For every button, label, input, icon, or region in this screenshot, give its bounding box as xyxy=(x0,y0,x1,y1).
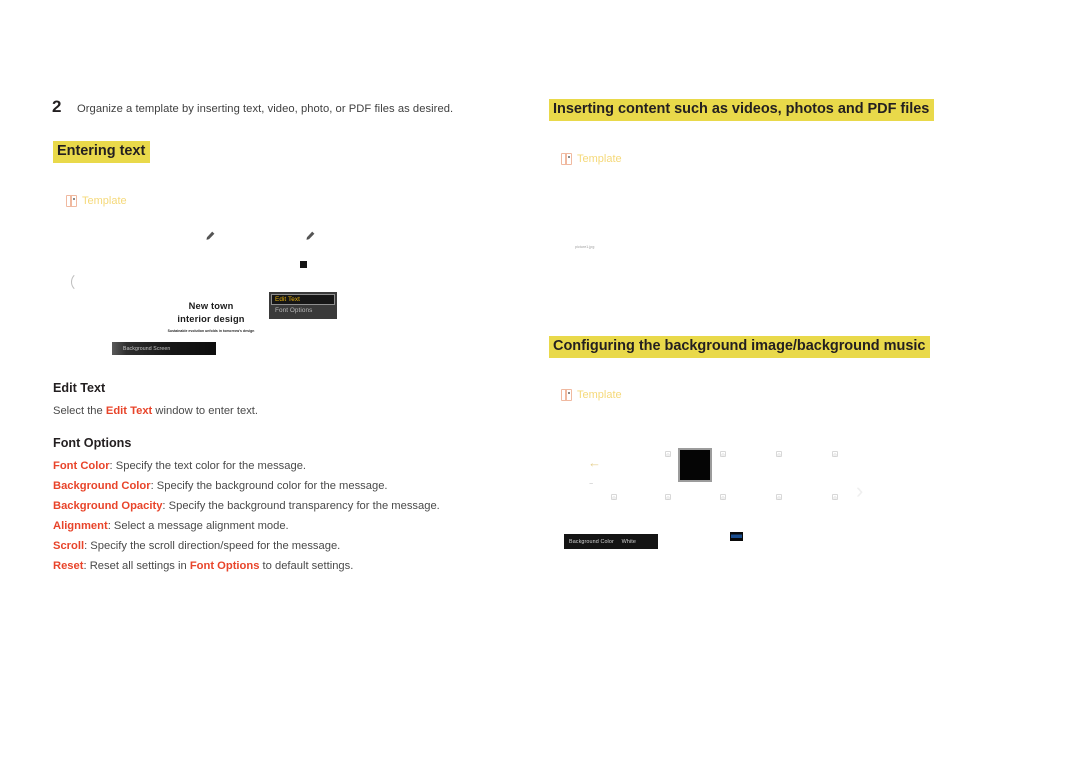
paragraph-background-color: Background Color: Specify the background… xyxy=(53,480,388,492)
paragraph-edit-text: Select the Edit Text window to enter tex… xyxy=(53,405,259,417)
context-menu[interactable]: Edit Text Font Options xyxy=(269,292,337,319)
text-fragment: : Reset all settings in xyxy=(83,560,190,572)
heading-inserting-content: Inserting content such as videos, photos… xyxy=(549,99,935,122)
template-caption-label: Template xyxy=(577,388,622,401)
text-fragment: window to enter text. xyxy=(152,405,259,417)
setting-value: White xyxy=(621,538,636,545)
paragraph-font-color: Font Color: Specify the text color for t… xyxy=(53,460,307,472)
top-right-template-mockup: picture1.jpg xyxy=(560,196,890,306)
mockup-title-line2: interior design xyxy=(177,314,245,325)
control-dot[interactable]: ◎ xyxy=(720,494,726,500)
section-heading-font-options: Font Options xyxy=(53,436,132,450)
heading-configuring-background: Configuring the background image/backgro… xyxy=(549,336,931,359)
mockup-subtitle: Sustainable evolution unfolds in tomorro… xyxy=(167,329,255,333)
text-fragment: Select the xyxy=(53,405,106,417)
paragraph-scroll: Scroll: Specify the scroll direction/spe… xyxy=(53,540,341,552)
text-fragment: Edit Text xyxy=(105,405,153,417)
text-fragment: : Specify the text color for the message… xyxy=(109,460,307,472)
template-caption-label: Template xyxy=(577,152,622,165)
heading-entering-text: Entering text xyxy=(53,141,151,164)
template-icon xyxy=(66,194,77,208)
control-dot[interactable]: ◎ xyxy=(776,494,782,500)
text-fragment: Background Color xyxy=(53,480,151,492)
text-fragment: Font Options xyxy=(189,560,260,572)
text-fragment: to default settings. xyxy=(259,560,354,572)
text-fragment: Font Color xyxy=(53,460,110,472)
step-row: 2 Organize a template by inserting text,… xyxy=(52,98,453,115)
color-chip[interactable] xyxy=(730,532,743,541)
text-fragment: : Specify the background color for the m… xyxy=(150,480,388,492)
text-fragment: Scroll xyxy=(53,540,85,552)
template-caption-top-right: Template xyxy=(561,152,622,166)
control-dot[interactable]: ◎ xyxy=(611,494,617,500)
bottom-right-template-mockup: ◎ ◎ ◎ ◎ ← − ◎ ◎ ◎ ◎ ◎ › Background Color… xyxy=(560,432,890,557)
text-fragment: : Specify the scroll direction/speed for… xyxy=(84,540,341,552)
text-fragment: Background Opacity xyxy=(53,500,163,512)
control-dot[interactable]: ◎ xyxy=(832,451,838,457)
background-screen-bar[interactable]: Background Screen xyxy=(112,342,216,355)
section-heading-edit-text: Edit Text xyxy=(53,381,106,395)
left-template-mockup: New town interior design Sustainable evo… xyxy=(60,222,350,367)
mockup-title: New town interior design xyxy=(156,300,266,327)
picture-file-label: picture1.jpg xyxy=(575,245,595,249)
control-dot[interactable]: ◎ xyxy=(776,451,782,457)
text-fragment: Alignment xyxy=(53,520,108,532)
mockup-title-line1: New town xyxy=(188,301,234,311)
chevron-right-icon[interactable]: › xyxy=(856,480,863,502)
menu-item-font-options[interactable]: Font Options xyxy=(271,305,335,316)
arc-decoration xyxy=(71,272,83,292)
dash-icon: − xyxy=(589,481,594,488)
template-caption-bottom-right: Template xyxy=(561,388,622,402)
setting-label: Background Color xyxy=(569,538,614,545)
paragraph-background-opacity: Background Opacity: Specify the backgrou… xyxy=(53,500,440,512)
paragraph-reset: Reset: Reset all settings in Font Option… xyxy=(53,560,354,572)
template-icon xyxy=(561,388,572,402)
text-fragment: Reset xyxy=(53,560,84,572)
template-caption-label: Template xyxy=(82,194,127,207)
template-caption-left: Template xyxy=(66,194,127,208)
control-dot[interactable]: ◎ xyxy=(832,494,838,500)
pencil-icon xyxy=(206,231,215,240)
control-dot[interactable]: ◎ xyxy=(720,451,726,457)
control-dot[interactable]: ◎ xyxy=(665,451,671,457)
template-icon xyxy=(561,152,572,166)
black-color-swatch[interactable] xyxy=(678,448,712,482)
arrow-left-icon[interactable]: ← xyxy=(588,456,601,469)
text-fragment: : Select a message alignment mode. xyxy=(107,520,289,532)
step-number: 2 xyxy=(52,97,62,116)
step-description: Organize a template by inserting text, v… xyxy=(77,103,454,115)
pencil-icon xyxy=(306,231,315,240)
paragraph-alignment: Alignment: Select a message alignment mo… xyxy=(53,520,289,532)
menu-item-edit-text[interactable]: Edit Text xyxy=(271,294,335,306)
text-fragment: : Specify the background transparency fo… xyxy=(162,500,440,512)
black-square-marker xyxy=(300,261,307,268)
background-color-setting-bar[interactable]: Background Color White xyxy=(564,534,658,549)
control-dot[interactable]: ◎ xyxy=(665,494,671,500)
